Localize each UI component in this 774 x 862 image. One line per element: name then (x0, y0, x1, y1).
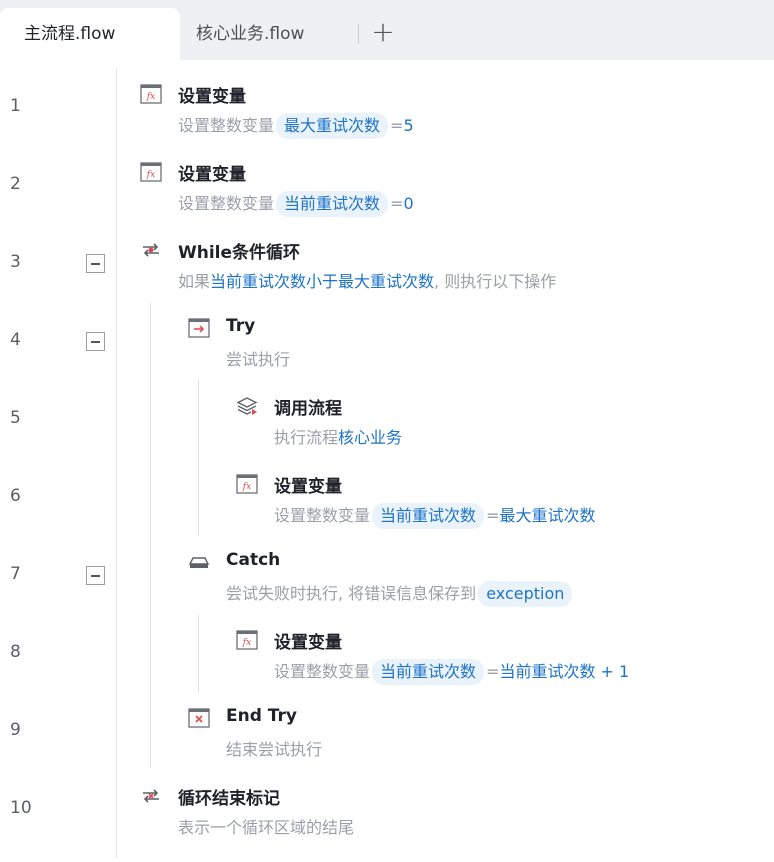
layers-icon (236, 396, 258, 416)
step-while-loop[interactable]: While条件循环 如果当前重试次数小于最大重试次数, 则执行以下操作 (140, 238, 760, 298)
step-set-variable-1[interactable]: fx 设置变量 设置整数变量 最大重试次数 =5 (140, 82, 740, 142)
desc-prefix: 尝试失败时执行, 将错误信息保存到 (226, 584, 477, 603)
flow-link[interactable]: 核心业务 (338, 428, 402, 447)
step-description: 执行流程核心业务 (274, 424, 402, 448)
svg-text:fx: fx (242, 482, 251, 492)
line-number: 10 (10, 798, 32, 818)
line-number: 1 (10, 96, 21, 116)
line-number: 4 (10, 330, 21, 350)
step-title: Catch (226, 550, 281, 570)
collapse-try-button[interactable] (86, 332, 105, 351)
variable-pill[interactable]: 最大重试次数 (276, 113, 389, 139)
step-description: 结束尝试执行 (226, 740, 323, 759)
assigned-value: 5 (403, 116, 414, 135)
line-number: 9 (10, 720, 21, 740)
assigned-value: 0 (403, 194, 414, 213)
svg-text:fx: fx (146, 92, 155, 102)
line-number: 2 (10, 174, 21, 194)
tab-separator (358, 24, 359, 44)
step-end-try[interactable]: End Try 结束尝试执行 (188, 706, 748, 766)
desc-prefix: 设置整数变量 (274, 662, 371, 681)
end-try-icon (188, 708, 210, 728)
line-number: 3 (10, 252, 21, 272)
step-title: 循环结束标记 (178, 789, 280, 809)
variable-pill[interactable]: 当前重试次数 (372, 659, 485, 685)
desc-prefix: 设置整数变量 (274, 506, 371, 525)
collapse-while-button[interactable] (86, 254, 105, 273)
step-loop-end[interactable]: 循环结束标记 表示一个循环区域的结尾 (140, 784, 740, 844)
step-title: 设置变量 (274, 477, 342, 497)
line-number: 5 (10, 408, 21, 428)
step-try[interactable]: Try 尝试执行 (188, 316, 748, 376)
step-title: 设置变量 (178, 87, 246, 107)
line-number: 8 (10, 642, 21, 662)
step-catch[interactable]: Catch 尝试失败时执行, 将错误信息保存到 exception (188, 550, 748, 610)
step-title: 设置变量 (274, 633, 342, 653)
assigned-value: 最大重试次数 (499, 506, 596, 525)
try-block-guide (198, 380, 199, 536)
step-description: 设置整数变量 当前重试次数 =当前重试次数 + 1 (274, 658, 629, 685)
loop-condition[interactable]: 当前重试次数小于最大重试次数 (210, 272, 434, 291)
svg-text:fx: fx (242, 638, 251, 648)
equals-sign: = (486, 662, 500, 681)
step-set-variable-2[interactable]: fx 设置变量 设置整数变量 当前重试次数 =0 (140, 160, 740, 220)
svg-text:fx: fx (146, 170, 155, 180)
step-call-flow[interactable]: 调用流程 执行流程核心业务 (236, 394, 736, 454)
equals-sign: = (390, 194, 404, 213)
equals-sign: = (486, 506, 500, 525)
step-description: 设置整数变量 当前重试次数 =0 (178, 190, 414, 217)
step-title: 设置变量 (178, 165, 246, 185)
step-title: End Try (226, 706, 297, 726)
step-description: 尝试失败时执行, 将错误信息保存到 exception (226, 580, 574, 607)
while-block-guide (150, 302, 151, 768)
loop-end-icon (140, 786, 162, 806)
step-set-variable-4[interactable]: fx 设置变量 设置整数变量 当前重试次数 =当前重试次数 + 1 (236, 628, 756, 688)
equals-sign: = (390, 116, 404, 135)
add-tab-button[interactable]: + (370, 18, 396, 48)
step-description: 如果当前重试次数小于最大重试次数, 则执行以下操作 (178, 268, 556, 292)
step-set-variable-3[interactable]: fx 设置变量 设置整数变量 当前重试次数 =最大重试次数 (236, 472, 756, 532)
step-description: 尝试执行 (226, 350, 291, 369)
fx-icon: fx (236, 630, 258, 650)
desc-prefix: 执行流程 (274, 428, 339, 447)
variable-pill[interactable]: 当前重试次数 (276, 191, 389, 217)
step-description: 表示一个循环区域的结尾 (178, 818, 355, 837)
try-icon (188, 318, 210, 338)
assigned-value: 当前重试次数 + 1 (499, 662, 630, 681)
catch-block-guide (198, 614, 199, 692)
fx-icon: fx (236, 474, 258, 494)
variable-pill[interactable]: exception (478, 581, 573, 607)
line-number: 6 (10, 486, 21, 506)
step-title: 调用流程 (274, 399, 342, 419)
fx-icon: fx (140, 84, 162, 104)
step-title: While条件循环 (178, 243, 301, 263)
desc-prefix: 设置整数变量 (178, 194, 275, 213)
collapse-catch-button[interactable] (86, 566, 105, 585)
step-title: Try (226, 316, 256, 336)
tab-main-flow[interactable]: 主流程.flow (0, 8, 180, 60)
tab-bar: 主流程.flow 核心业务.flow + (0, 0, 774, 60)
fx-icon: fx (140, 162, 162, 182)
catch-icon (188, 552, 210, 572)
desc-prefix: 如果 (178, 272, 211, 291)
gutter-divider (116, 68, 117, 858)
line-number: 7 (10, 564, 21, 584)
desc-prefix: 设置整数变量 (178, 116, 275, 135)
desc-suffix: , 则执行以下操作 (434, 272, 557, 291)
step-description: 设置整数变量 最大重试次数 =5 (178, 112, 414, 139)
loop-icon (140, 240, 162, 260)
step-description: 设置整数变量 当前重试次数 =最大重试次数 (274, 502, 595, 529)
tab-core-business-flow[interactable]: 核心业务.flow (196, 8, 366, 60)
variable-pill[interactable]: 当前重试次数 (372, 503, 485, 529)
